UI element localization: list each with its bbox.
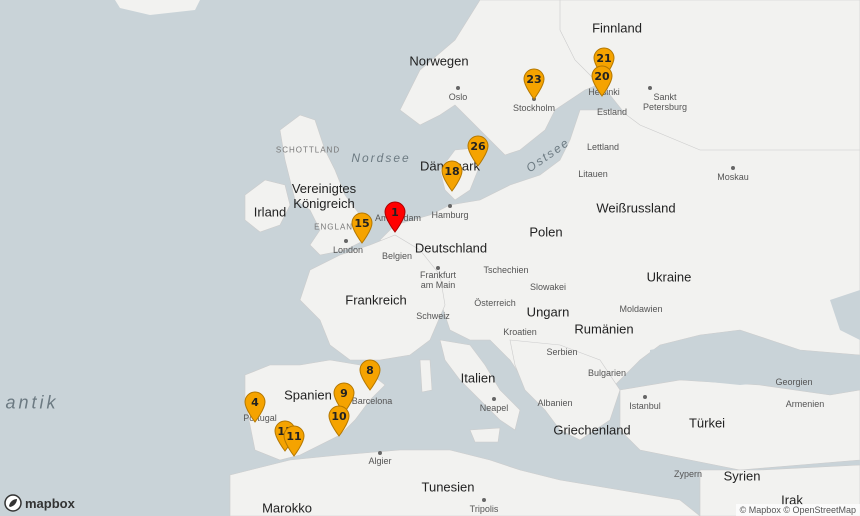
- label-tripolis: Tripolis: [469, 504, 499, 514]
- label-oslo: Oslo: [448, 92, 468, 102]
- map-marker-20[interactable]: 20: [590, 65, 614, 97]
- map-marker-15[interactable]: 15: [350, 212, 374, 244]
- label-slowakei: Slowakei: [529, 282, 567, 292]
- marker-20-label: 20: [594, 70, 610, 83]
- label-spanien: Spanien: [284, 387, 332, 403]
- marker-26-label: 26: [470, 140, 486, 153]
- city-dot-oslo: [456, 86, 460, 90]
- label-hamburg: Hamburg: [431, 210, 469, 220]
- city-dot-sankt-petersburg: [648, 86, 652, 90]
- label-kroatien: Kroatien: [503, 327, 537, 337]
- city-dot-london: [344, 239, 348, 243]
- city-dot-algier: [378, 451, 382, 455]
- city-dot-tripolis: [482, 498, 486, 502]
- label-litauen: Litauen: [578, 169, 608, 179]
- label-vereinigtes-koenigreich: Vereinigtes Königreich: [291, 181, 357, 211]
- label-irland: Irland: [253, 204, 287, 220]
- label-lettland: Lettland: [586, 142, 620, 152]
- label-oesterreich: Österreich: [474, 298, 516, 308]
- map-marker-23[interactable]: 23: [522, 68, 546, 100]
- label-syrien: Syrien: [723, 468, 761, 484]
- label-stockholm: Stockholm: [512, 103, 556, 113]
- map-marker-18[interactable]: 18: [440, 160, 464, 192]
- label-georgien: Georgien: [775, 377, 813, 387]
- label-rumaenien: Rumänien: [574, 321, 634, 337]
- map-marker-8[interactable]: 8: [358, 359, 382, 391]
- marker-1-label: 1: [391, 206, 399, 219]
- map-marker-11[interactable]: 11: [282, 425, 306, 457]
- label-tunesien: Tunesien: [421, 479, 475, 495]
- marker-10-label: 10: [331, 410, 347, 423]
- label-zypern: Zypern: [673, 469, 703, 479]
- marker-15-label: 15: [354, 217, 370, 230]
- label-nordsee: Nordsee: [351, 151, 411, 165]
- mapbox-logo-text: mapbox: [25, 495, 75, 511]
- label-deutschland: Deutschland: [414, 240, 488, 256]
- label-finnland: Finnland: [592, 20, 642, 36]
- label-atlantik: antik: [5, 392, 59, 413]
- label-belgien: Belgien: [381, 251, 413, 261]
- marker-11-label: 11: [286, 430, 302, 443]
- label-armenien: Armenien: [785, 399, 825, 409]
- map-attribution[interactable]: © Mapbox © OpenStreetMap: [735, 504, 860, 516]
- label-moldawien: Moldawien: [619, 304, 663, 314]
- map-marker-4[interactable]: 4: [243, 391, 267, 423]
- label-algier: Algier: [368, 456, 392, 466]
- label-neapel: Neapel: [479, 403, 509, 413]
- marker-21-label: 21: [596, 52, 612, 65]
- marker-4-label: 4: [251, 396, 259, 409]
- label-schottland: SCHOTTLAND: [275, 145, 341, 155]
- label-marokko: Marokko: [262, 500, 312, 516]
- label-bulgarien: Bulgarien: [587, 368, 627, 378]
- label-istanbul: Istanbul: [629, 401, 661, 411]
- label-griechenland: Griechenland: [553, 422, 631, 438]
- label-tschechien: Tschechien: [483, 265, 529, 275]
- marker-18-label: 18: [444, 165, 460, 178]
- label-italien: Italien: [460, 370, 496, 386]
- label-weissrussland: Weißrussland: [596, 200, 676, 216]
- label-frankfurt: Frankfurt am Main: [419, 270, 457, 290]
- label-tuerkei: Türkei: [688, 415, 726, 431]
- map-marker-26[interactable]: 26: [466, 135, 490, 167]
- marker-9-label: 9: [340, 387, 348, 400]
- map-marker-10[interactable]: 10: [327, 405, 351, 437]
- label-serbien: Serbien: [546, 347, 578, 357]
- marker-23-label: 23: [526, 73, 542, 86]
- label-estland: Estland: [596, 107, 628, 117]
- map-marker-1[interactable]: 1: [383, 201, 407, 233]
- label-ungarn: Ungarn: [526, 304, 570, 320]
- city-dot-frankfurt: [436, 266, 440, 270]
- city-dot-istanbul: [643, 395, 647, 399]
- map-canvas[interactable]: [0, 0, 860, 516]
- label-ukraine: Ukraine: [646, 269, 692, 285]
- city-dot-moskau: [731, 166, 735, 170]
- label-barcelona: Barcelona: [351, 396, 393, 406]
- mapbox-logo-icon: [4, 494, 22, 512]
- city-dot-neapel: [492, 397, 496, 401]
- label-schweiz: Schweiz: [416, 311, 450, 321]
- label-polen: Polen: [529, 224, 563, 240]
- label-moskau: Moskau: [717, 172, 749, 182]
- label-norwegen: Norwegen: [409, 53, 469, 69]
- label-sankt-petersburg: Sankt Petersburg: [642, 92, 688, 112]
- mapbox-logo[interactable]: mapbox: [4, 494, 75, 512]
- marker-8-label: 8: [366, 364, 374, 377]
- label-albanien: Albanien: [537, 398, 573, 408]
- label-frankreich: Frankreich: [345, 292, 407, 308]
- label-london: London: [332, 245, 364, 255]
- city-dot-hamburg: [448, 204, 452, 208]
